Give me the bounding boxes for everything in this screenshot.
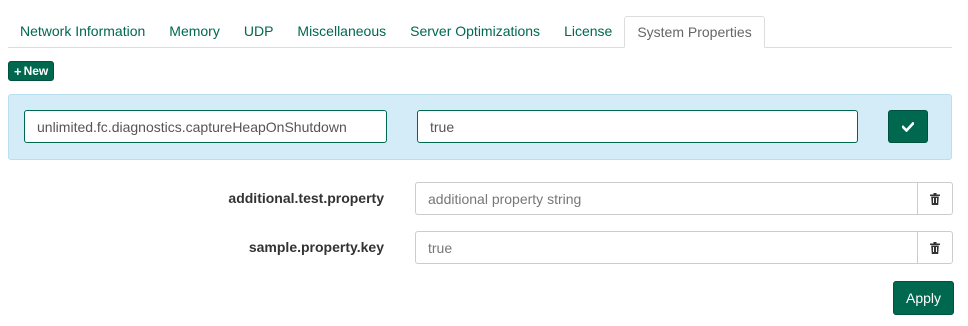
tab-network-information[interactable]: Network Information xyxy=(8,16,157,47)
property-value-input[interactable] xyxy=(415,182,917,215)
delete-property-button[interactable] xyxy=(917,182,953,215)
tab-udp[interactable]: UDP xyxy=(232,16,286,47)
tab-bar: Network Information Memory UDP Miscellan… xyxy=(8,16,952,48)
plus-icon: + xyxy=(14,63,22,79)
check-icon xyxy=(902,121,914,132)
property-key-label: additional.test.property xyxy=(228,190,384,206)
property-key-label: sample.property.key xyxy=(248,239,384,255)
trash-icon xyxy=(930,241,940,254)
tab-server-optimizations[interactable]: Server Optimizations xyxy=(398,16,552,47)
confirm-property-button[interactable] xyxy=(888,110,928,143)
new-property-button[interactable]: + New xyxy=(8,61,55,81)
property-value-input[interactable] xyxy=(415,231,917,264)
new-property-panel xyxy=(8,94,952,160)
apply-button[interactable]: Apply xyxy=(893,281,954,315)
delete-property-button[interactable] xyxy=(917,231,953,264)
trash-icon xyxy=(930,192,940,205)
new-property-key-input[interactable] xyxy=(24,110,387,143)
new-button-label: New xyxy=(23,63,49,78)
tab-miscellaneous[interactable]: Miscellaneous xyxy=(285,16,398,47)
new-property-value-input[interactable] xyxy=(417,110,858,143)
tab-memory[interactable]: Memory xyxy=(157,16,232,47)
tab-license[interactable]: License xyxy=(552,16,624,47)
system-properties-page: Network Information Memory UDP Miscellan… xyxy=(0,0,968,326)
tab-system-properties[interactable]: System Properties xyxy=(624,16,765,48)
